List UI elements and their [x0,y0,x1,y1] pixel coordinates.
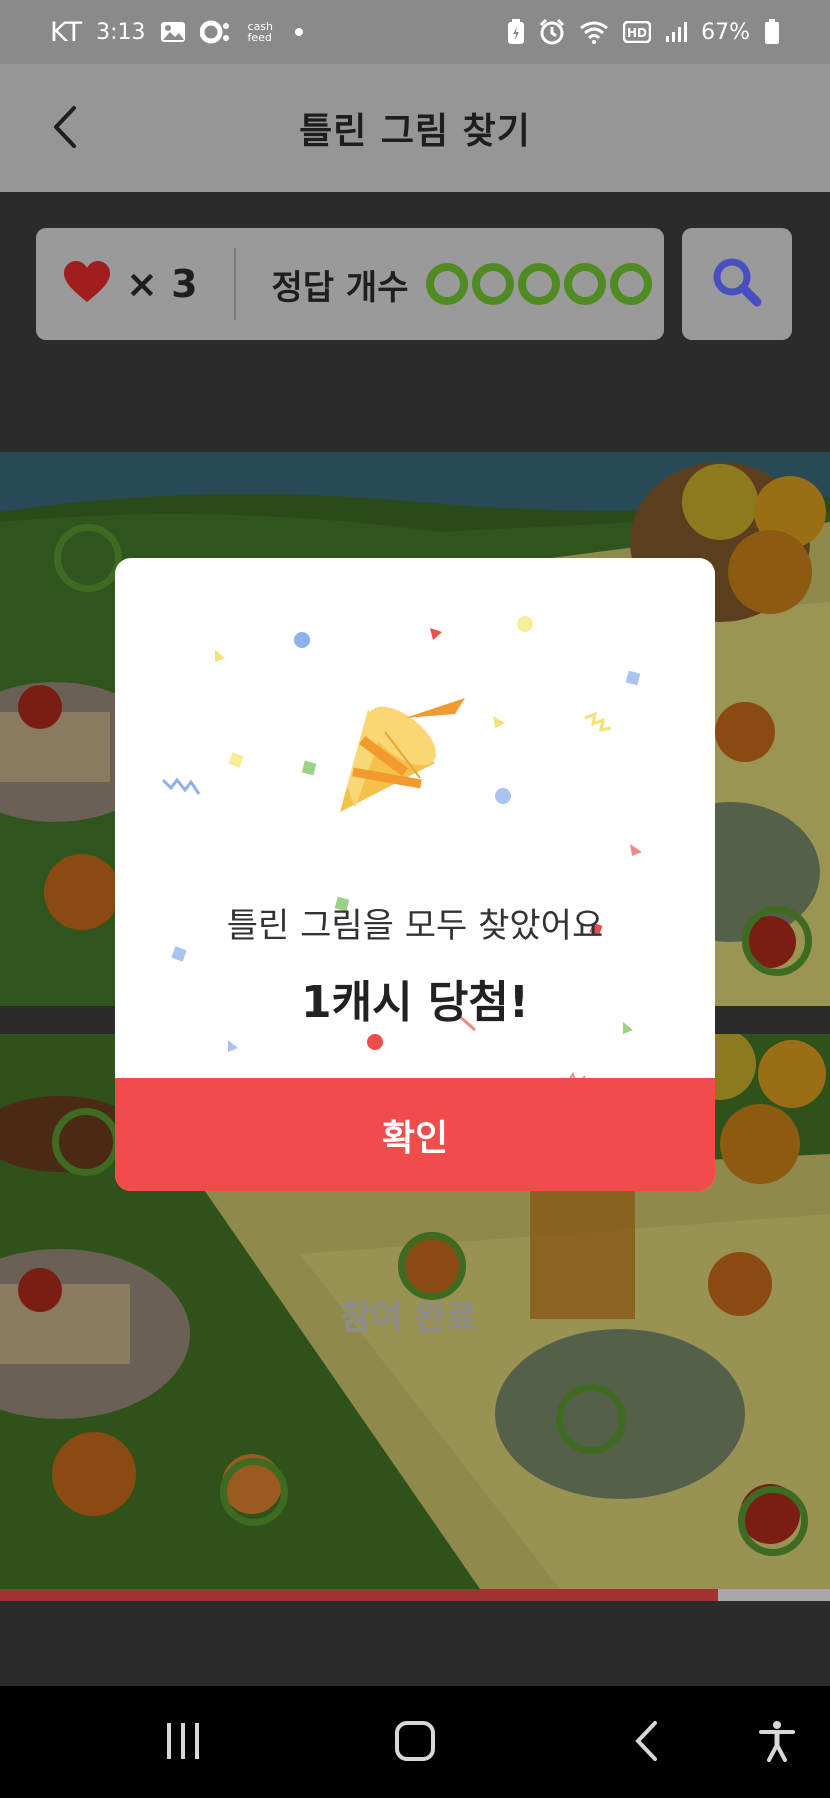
page-title: 틀린 그림 찾기 [299,111,531,152]
lives-count: × 3 [126,262,198,306]
alarm-icon [539,19,565,45]
battery-icon [764,19,780,45]
found-mark [556,1384,626,1454]
found-mark [220,1458,288,1526]
confirm-button[interactable]: 확인 [115,1078,715,1191]
signal-icon [665,21,688,43]
answer-circle [518,263,561,305]
participation-complete-label: 참여 완료 [340,1298,477,1338]
answer-circles [426,263,653,305]
reward-text: 1캐시 당첨! [301,977,529,1028]
back-button[interactable] [30,94,100,164]
recent-apps-button[interactable] [148,1708,218,1778]
party-popper-icon [340,698,465,812]
answer-circle [472,263,515,305]
hint-button[interactable] [682,228,792,340]
success-modal: 틀린 그림을 모두 찾았어요 1캐시 당첨! 확인 [115,558,715,1191]
image-icon [160,20,186,44]
app-header: 틀린 그림 찾기 [0,64,830,192]
chevron-left-icon [50,105,80,153]
clock-label: 3:13 [96,19,146,45]
heart-icon [62,260,112,308]
found-mark [738,1486,808,1556]
magnifier-icon [710,255,764,313]
svg-text:HD: HD [627,26,647,40]
accessibility-icon [759,1720,795,1766]
back-icon [633,1720,661,1766]
answer-circle [564,263,607,305]
battery-saver-icon [507,19,525,45]
modal-message: 틀린 그림을 모두 찾았어요 [226,906,604,946]
carrier-label: KT [50,16,83,48]
lives-counter: × 3 [62,260,198,308]
system-nav-bar [0,1686,830,1798]
found-mark [742,906,812,976]
found-mark [54,524,122,592]
game-status-panel: × 3 정답 개수 [36,228,664,340]
found-mark [52,1108,120,1176]
progress-fill [0,1589,718,1601]
wifi-icon [579,20,609,44]
home-button[interactable] [380,1708,450,1778]
recent-apps-icon [163,1723,203,1763]
hd-icon: HD [623,21,652,43]
status-bar: KT 3:13 cash feed HD 67% [0,0,830,64]
cashfeed-label: cash feed [247,20,274,44]
nav-back-button[interactable] [612,1708,682,1778]
home-icon [394,1720,436,1766]
answer-circle [426,263,469,305]
progress-bar [0,1589,830,1601]
panel-divider [233,248,236,320]
accessibility-button[interactable] [742,1708,812,1778]
dot-icon [294,27,304,37]
answers-label: 정답 개수 [271,267,409,308]
answer-circle [610,263,653,305]
battery-percent: 67% [701,19,750,45]
cashfeed-icon [199,20,234,44]
